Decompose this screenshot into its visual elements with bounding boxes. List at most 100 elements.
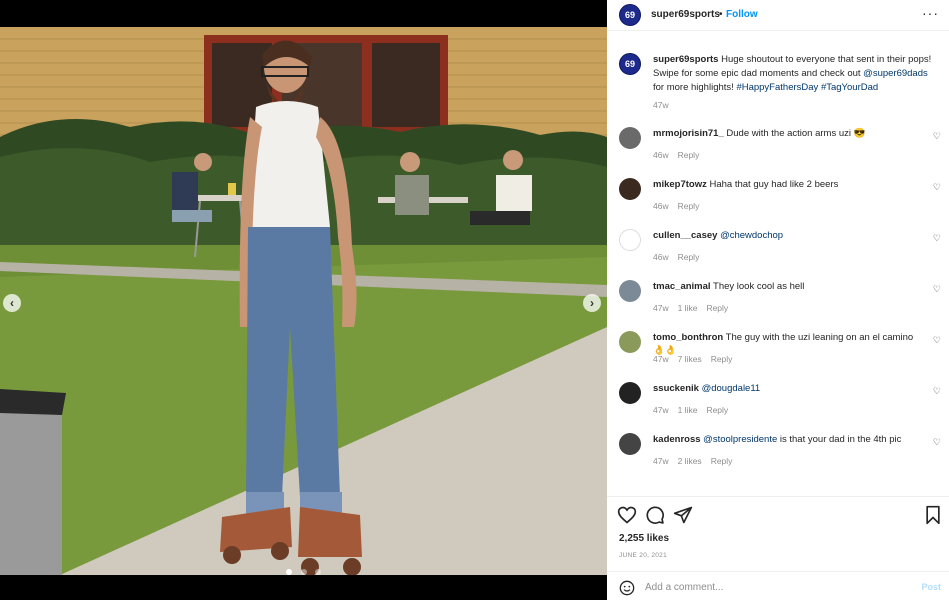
heart-icon[interactable]: ♡ [933, 131, 941, 142]
reply-button[interactable]: Reply [711, 354, 733, 364]
comment-text: ssuckenik @dougdale11 [653, 382, 923, 395]
comment-row: mrmojorisin71_ Dude with the action arms… [607, 124, 949, 175]
header-separator: • [719, 9, 723, 20]
carousel-dot [300, 569, 307, 575]
follow-button[interactable]: Follow [726, 9, 758, 20]
comment-likes[interactable]: 7 likes [678, 354, 702, 364]
caption-username[interactable]: super69sports [653, 54, 718, 65]
reply-button[interactable]: Reply [711, 456, 733, 466]
post-caption: 69 super69sports Huge shoutout to everyo… [607, 37, 949, 124]
carousel-dot [286, 569, 293, 575]
comment-age: 47w [653, 303, 669, 313]
comment-username[interactable]: kadenross [653, 434, 701, 445]
likes-count[interactable]: 2,255 likes [619, 533, 669, 544]
comment-row: tmac_animal They look cool as hell 47w 1 l… [607, 277, 949, 328]
bookmark-icon[interactable] [923, 505, 943, 525]
avatar[interactable] [619, 331, 641, 353]
reply-button[interactable]: Reply [706, 303, 728, 313]
avatar[interactable] [619, 229, 641, 251]
avatar[interactable] [619, 382, 641, 404]
post-actions: 2,255 likes JUNE 20, 2021 [607, 496, 949, 571]
comment-body: Dude with the action arms uzi 😎 [726, 128, 866, 139]
comment-age: 47w [653, 405, 669, 415]
avatar[interactable]: 69 [619, 53, 641, 75]
avatar[interactable] [619, 280, 641, 302]
comment-age: 47w [653, 354, 669, 364]
comment-age: 46w [653, 252, 669, 262]
comment-row: cullen__casey @chewdochop 46w Reply ♡ [607, 226, 949, 277]
caption-age: 47w [653, 100, 669, 110]
comment-age: 47w [653, 456, 669, 466]
avatar[interactable]: 69 [619, 4, 641, 26]
comment-username[interactable]: mikep7towz [653, 179, 707, 190]
comment-likes[interactable]: 1 like [678, 405, 698, 415]
heart-icon[interactable]: ♡ [933, 437, 941, 448]
comment-text: cullen__casey @chewdochop [653, 229, 923, 242]
comment-body: They look cool as hell [713, 281, 805, 292]
reply-button[interactable]: Reply [678, 150, 700, 160]
comment-meta: 47w 7 likes Reply [653, 354, 741, 364]
comments-list[interactable]: 69 super69sports Huge shoutout to everyo… [607, 37, 949, 495]
more-options-icon[interactable]: ··· [922, 5, 939, 21]
reply-button[interactable]: Reply [678, 252, 700, 262]
add-comment-bar: Post [607, 571, 949, 600]
heart-icon[interactable] [617, 505, 637, 525]
comment-text: kadenross @stoolpresidente is that your … [653, 433, 923, 446]
post-header: 69 super69sports • Follow ··· [607, 0, 949, 31]
comment-mention[interactable]: @chewdochop [720, 230, 783, 241]
post-date: JUNE 20, 2021 [619, 552, 667, 559]
heart-icon[interactable]: ♡ [933, 182, 941, 193]
carousel-dots [0, 562, 607, 580]
previous-slide-button[interactable]: ‹ [3, 294, 21, 312]
comment-meta: 47w 2 likes Reply [653, 456, 741, 466]
comment-icon[interactable] [645, 505, 665, 525]
caption-mention[interactable]: @super69dads [863, 68, 928, 79]
comment-username[interactable]: tomo_bonthron [653, 332, 723, 343]
comment-row: ssuckenik @dougdale11 47w 1 like Reply ♡ [607, 379, 949, 430]
caption-text: super69sports Huge shoutout to everyone … [653, 53, 935, 95]
comment-text: mrmojorisin71_ Dude with the action arms… [653, 127, 923, 140]
post-photo[interactable] [0, 27, 607, 575]
comment-age: 46w [653, 150, 669, 160]
send-icon[interactable] [673, 505, 693, 525]
comment-row: mikep7towz Haha that guy had like 2 beer… [607, 175, 949, 226]
comment-body: Haha that guy had like 2 beers [709, 179, 839, 190]
comment-username[interactable]: ssuckenik [653, 383, 699, 394]
caption-hashtag[interactable]: #TagYourDad [821, 82, 878, 93]
emoji-icon[interactable] [619, 580, 635, 596]
reply-button[interactable]: Reply [678, 201, 700, 211]
next-slide-button[interactable]: › [583, 294, 601, 312]
post-media: ‹ › [0, 0, 607, 600]
avatar[interactable] [619, 127, 641, 149]
comment-meta: 46w Reply [653, 252, 708, 262]
caption-body-2: for more highlights! [653, 82, 737, 93]
comment-meta: 46w Reply [653, 150, 708, 160]
caption-hashtag[interactable]: #HappyFathersDay [736, 82, 818, 93]
comment-mention[interactable]: @dougdale11 [702, 383, 761, 394]
comment-likes[interactable]: 1 like [678, 303, 698, 313]
comment-mention[interactable]: @stoolpresidente [703, 434, 777, 445]
carousel-dot [314, 569, 321, 575]
comment-body: is that your dad in the 4th pic [777, 434, 902, 445]
comment-username[interactable]: tmac_animal [653, 281, 711, 292]
heart-icon[interactable]: ♡ [933, 284, 941, 295]
add-comment-input[interactable] [645, 578, 895, 596]
avatar[interactable] [619, 178, 641, 200]
comment-row: tomo_bonthron The guy with the uzi leani… [607, 328, 949, 379]
comment-text: tmac_animal They look cool as hell [653, 280, 923, 293]
photo-illustration [0, 27, 607, 575]
reply-button[interactable]: Reply [706, 405, 728, 415]
post-comment-button[interactable]: Post [921, 582, 941, 592]
comment-row: kadenross @stoolpresidente is that your … [607, 430, 949, 481]
header-username[interactable]: super69sports [651, 9, 720, 20]
comment-age: 46w [653, 201, 669, 211]
comment-meta: 46w Reply [653, 201, 708, 211]
comment-likes[interactable]: 2 likes [678, 456, 702, 466]
comment-meta: 47w 1 like Reply [653, 405, 737, 415]
heart-icon[interactable]: ♡ [933, 335, 941, 346]
heart-icon[interactable]: ♡ [933, 233, 941, 244]
heart-icon[interactable]: ♡ [933, 386, 941, 397]
avatar[interactable] [619, 433, 641, 455]
comment-username[interactable]: cullen__casey [653, 230, 717, 241]
comment-username[interactable]: mrmojorisin71_ [653, 128, 724, 139]
